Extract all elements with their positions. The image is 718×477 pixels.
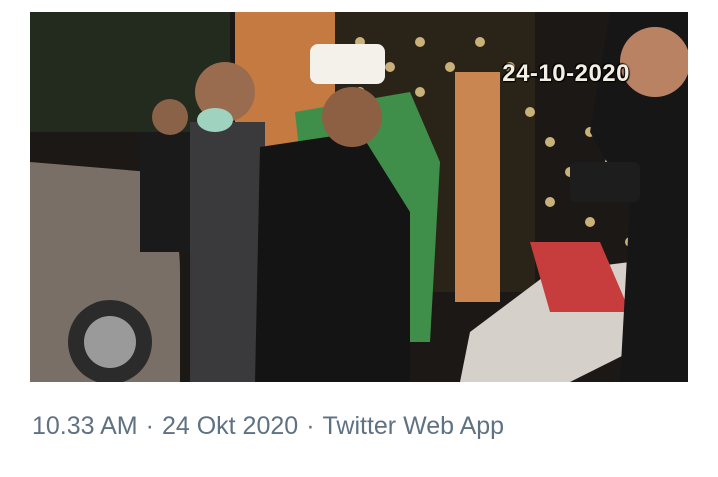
tweet-date[interactable]: 24 Okt 2020 bbox=[162, 412, 298, 440]
tweet-time[interactable]: 10.33 AM bbox=[32, 412, 138, 440]
video-timestamp-overlay: 24-10-2020 bbox=[502, 60, 630, 87]
meta-separator: · bbox=[145, 412, 154, 440]
tweet-source-link[interactable]: Twitter Web App bbox=[323, 412, 505, 440]
tweet-detail: 24-10-2020 10.33 AM · 24 Okt 2020 · Twitter … bbox=[0, 0, 718, 477]
tweet-meta-line: 10.33 AM · 24 Okt 2020 · Twitter Web App bbox=[32, 412, 504, 441]
tweet-video-media[interactable]: 24-10-2020 bbox=[30, 12, 688, 382]
meta-separator: · bbox=[306, 412, 315, 440]
